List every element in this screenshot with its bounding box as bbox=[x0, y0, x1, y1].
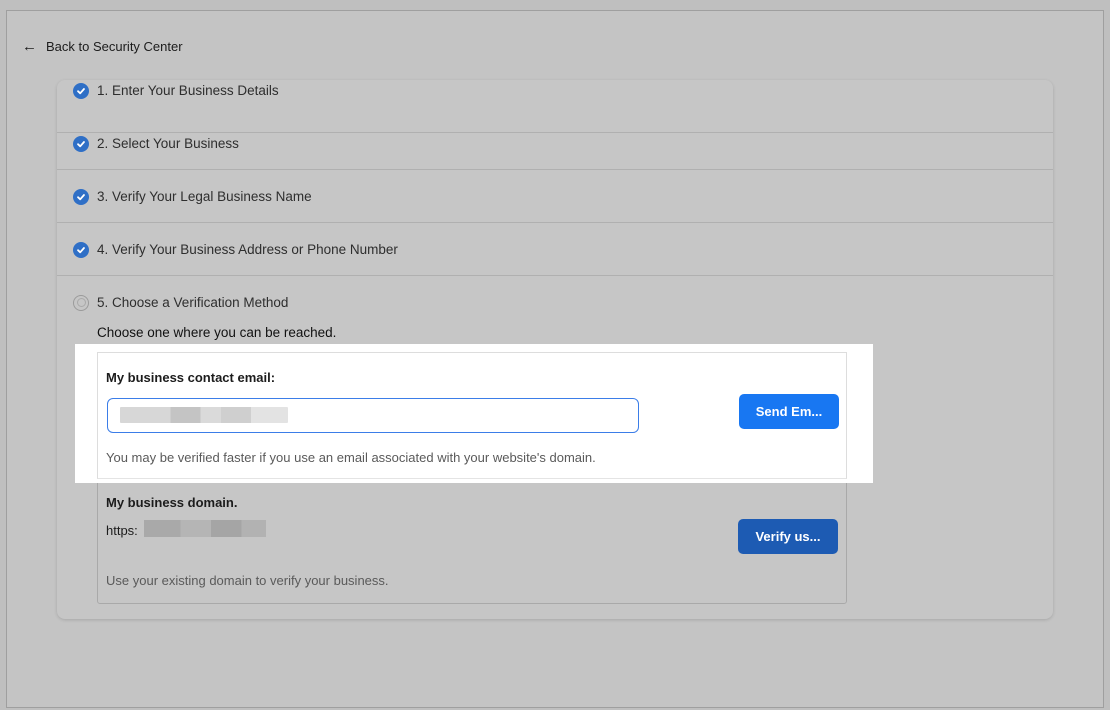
instruction-text: Choose one where you can be reached. bbox=[97, 325, 337, 340]
step-label: 4. Verify Your Business Address or Phone… bbox=[97, 242, 398, 257]
email-option: My business contact email: Send Em... Yo… bbox=[97, 352, 847, 479]
redacted-domain-value bbox=[144, 520, 266, 537]
send-email-button[interactable]: Send Em... bbox=[739, 394, 839, 429]
domain-option-title: My business domain. bbox=[106, 495, 238, 510]
step-label: 2. Select Your Business bbox=[97, 136, 239, 151]
checkmark-circle-icon bbox=[73, 241, 89, 258]
step-3[interactable]: 3. Verify Your Legal Business Name bbox=[57, 170, 1053, 223]
domain-prefix: https: bbox=[106, 523, 138, 538]
checkmark-circle-icon bbox=[73, 188, 89, 205]
back-to-security-center-link[interactable]: ← Back to Security Center bbox=[22, 36, 183, 56]
email-helper-text: You may be verified faster if you use an… bbox=[106, 450, 596, 465]
radio-pending-icon bbox=[73, 294, 89, 311]
back-link-label: Back to Security Center bbox=[46, 38, 183, 54]
step-2[interactable]: 2. Select Your Business bbox=[57, 117, 1053, 170]
step-label: 1. Enter Your Business Details bbox=[97, 83, 279, 98]
email-option-highlight: My business contact email: Send Em... Yo… bbox=[75, 344, 873, 483]
step-label: 5. Choose a Verification Method bbox=[97, 295, 289, 310]
checkmark-circle-icon bbox=[73, 135, 89, 152]
domain-helper-text: Use your existing domain to verify your … bbox=[106, 573, 389, 588]
step-5[interactable]: 5. Choose a Verification Method bbox=[73, 292, 288, 313]
checkmark-circle-icon bbox=[73, 82, 89, 99]
redacted-email-value bbox=[120, 407, 288, 423]
step-label: 3. Verify Your Legal Business Name bbox=[97, 189, 312, 204]
step-4[interactable]: 4. Verify Your Business Address or Phone… bbox=[57, 223, 1053, 276]
verify-using-domain-button[interactable]: Verify us... bbox=[738, 519, 838, 554]
arrow-left-icon: ← bbox=[22, 37, 37, 55]
email-option-title: My business contact email: bbox=[106, 370, 276, 385]
